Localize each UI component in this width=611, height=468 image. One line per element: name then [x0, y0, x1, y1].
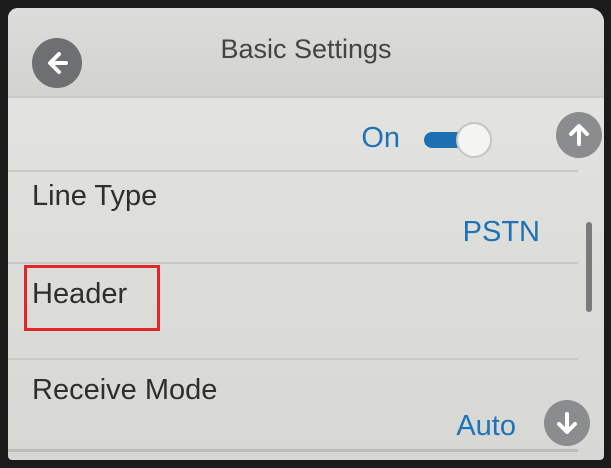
toggle-row[interactable]: On — [8, 100, 578, 172]
setting-row-line-type[interactable]: Line Type PSTN — [8, 172, 578, 264]
touch-screen: Basic Settings On Line Type PSTN Header … — [8, 8, 604, 460]
arrow-down-icon — [557, 412, 577, 434]
setting-label: Line Type — [32, 180, 158, 212]
setting-label: Receive Mode — [32, 374, 218, 406]
arrow-up-icon — [569, 124, 589, 146]
setting-value: PSTN — [462, 216, 540, 248]
page-title: Basic Settings — [220, 34, 392, 64]
toggle-state-label: On — [361, 122, 400, 154]
setting-value: Auto — [456, 410, 516, 442]
setting-row-receive-mode[interactable]: Receive Mode Auto — [8, 360, 578, 452]
scrollbar-thumb[interactable] — [586, 222, 592, 312]
selection-highlight — [24, 265, 160, 331]
device-frame: Basic Settings On Line Type PSTN Header … — [0, 0, 611, 468]
toggle-knob — [456, 122, 492, 158]
scroll-up-button[interactable] — [556, 112, 602, 158]
screen-header: Basic Settings — [8, 8, 604, 98]
toggle-switch[interactable] — [422, 122, 492, 158]
scroll-down-button[interactable] — [544, 400, 590, 446]
